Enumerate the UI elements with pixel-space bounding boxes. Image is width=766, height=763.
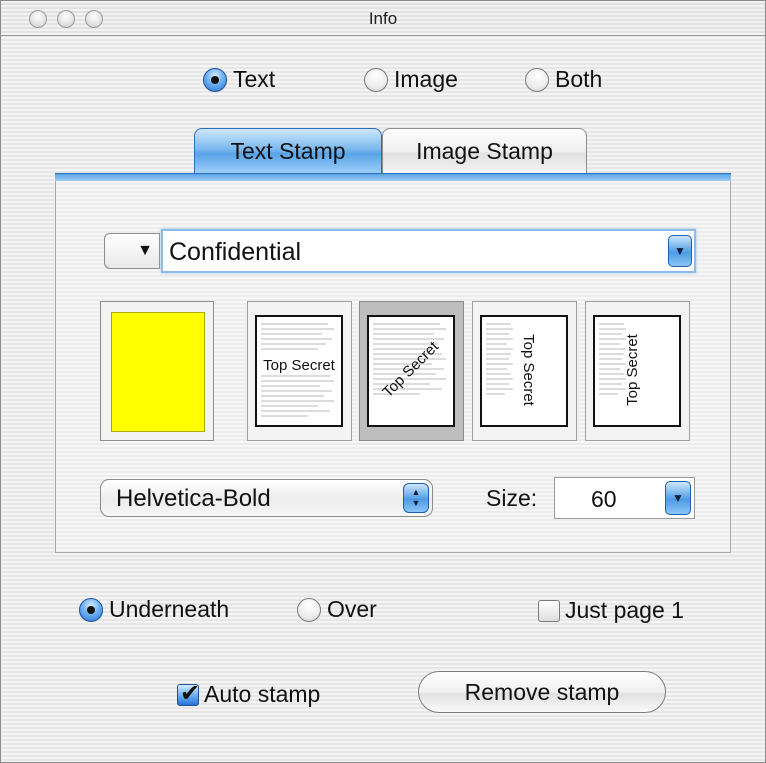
radio-image-label: Image [394,66,458,92]
radio-underneath[interactable]: Underneath [79,596,229,623]
orientation-diagonal[interactable]: Top Secret [359,301,464,441]
text-lines [486,323,513,395]
page-thumbnail: Top Secret [480,315,568,427]
checkbox-indicator[interactable] [538,599,560,622]
radio-underneath-label: Underneath [109,596,230,622]
size-label: Size: [486,485,538,511]
orientation-horizontal[interactable]: Top Secret [247,301,352,441]
chevron-down-icon[interactable]: ▼ [668,235,692,267]
radio-indicator[interactable] [364,67,388,92]
stamp-preview-label: Top Secret [263,357,336,374]
color-well[interactable] [100,301,214,441]
stamp-text-input[interactable]: Confidential [169,238,301,267]
size-input[interactable]: 60 [591,486,617,513]
orientation-vertical-down[interactable]: Top Secret [472,301,577,441]
just-page-1-checkbox[interactable]: Just page 1 [538,597,684,624]
chevron-down-icon: ▼ [411,498,421,508]
auto-stamp-label: Auto stamp [204,681,321,707]
radio-text[interactable]: Text [203,66,275,93]
info-window: Info Text Image Both Text Stamp Image St… [0,0,766,763]
window-title: Info [368,9,398,28]
radio-indicator[interactable] [525,67,549,92]
radio-text-label: Text [233,66,276,92]
chevron-down-icon[interactable]: ▼ [665,481,691,515]
page-thumbnail: Top Secret [367,315,455,427]
radio-over[interactable]: Over [297,596,377,623]
radio-both[interactable]: Both [525,66,602,93]
chevron-down-icon: ▼ [137,242,153,259]
checkbox-indicator[interactable] [177,679,200,708]
page-thumbnail: Top Secret [255,315,343,427]
stamp-preview-label: Top Secret [520,334,537,407]
radio-image[interactable]: Image [364,66,458,93]
title-bar[interactable]: Info [1,1,765,36]
font-popup-value: Helvetica-Bold [116,485,271,512]
orientation-vertical-up[interactable]: Top Secret [585,301,690,441]
radio-over-label: Over [327,596,377,622]
tab-image-stamp[interactable]: Image Stamp [382,128,587,174]
tab-text-stamp[interactable]: Text Stamp [194,128,382,174]
stamp-text-combobox[interactable]: Confidential ▼ [161,229,696,273]
just-page-1-label: Just page 1 [565,597,684,623]
radio-indicator[interactable] [79,597,103,622]
remove-stamp-button[interactable]: Remove stamp [418,671,666,713]
auto-stamp-checkbox[interactable]: Auto stamp [177,679,321,708]
page-thumbnail: Top Secret [593,315,681,427]
stamp-text-history-menu[interactable]: ▼ [104,233,160,269]
stamp-preview-label: Top Secret [624,333,641,406]
size-combobox[interactable]: 60 ▼ [554,477,695,519]
chevron-up-icon: ▲ [411,487,421,497]
radio-indicator[interactable] [203,67,227,92]
color-swatch[interactable] [111,312,205,432]
radio-indicator[interactable] [297,597,321,622]
radio-both-label: Both [555,66,603,92]
font-popup[interactable]: Helvetica-Bold ▲ ▼ [100,479,433,517]
text-lines [599,323,626,395]
updown-arrows-icon[interactable]: ▲ ▼ [403,483,429,513]
